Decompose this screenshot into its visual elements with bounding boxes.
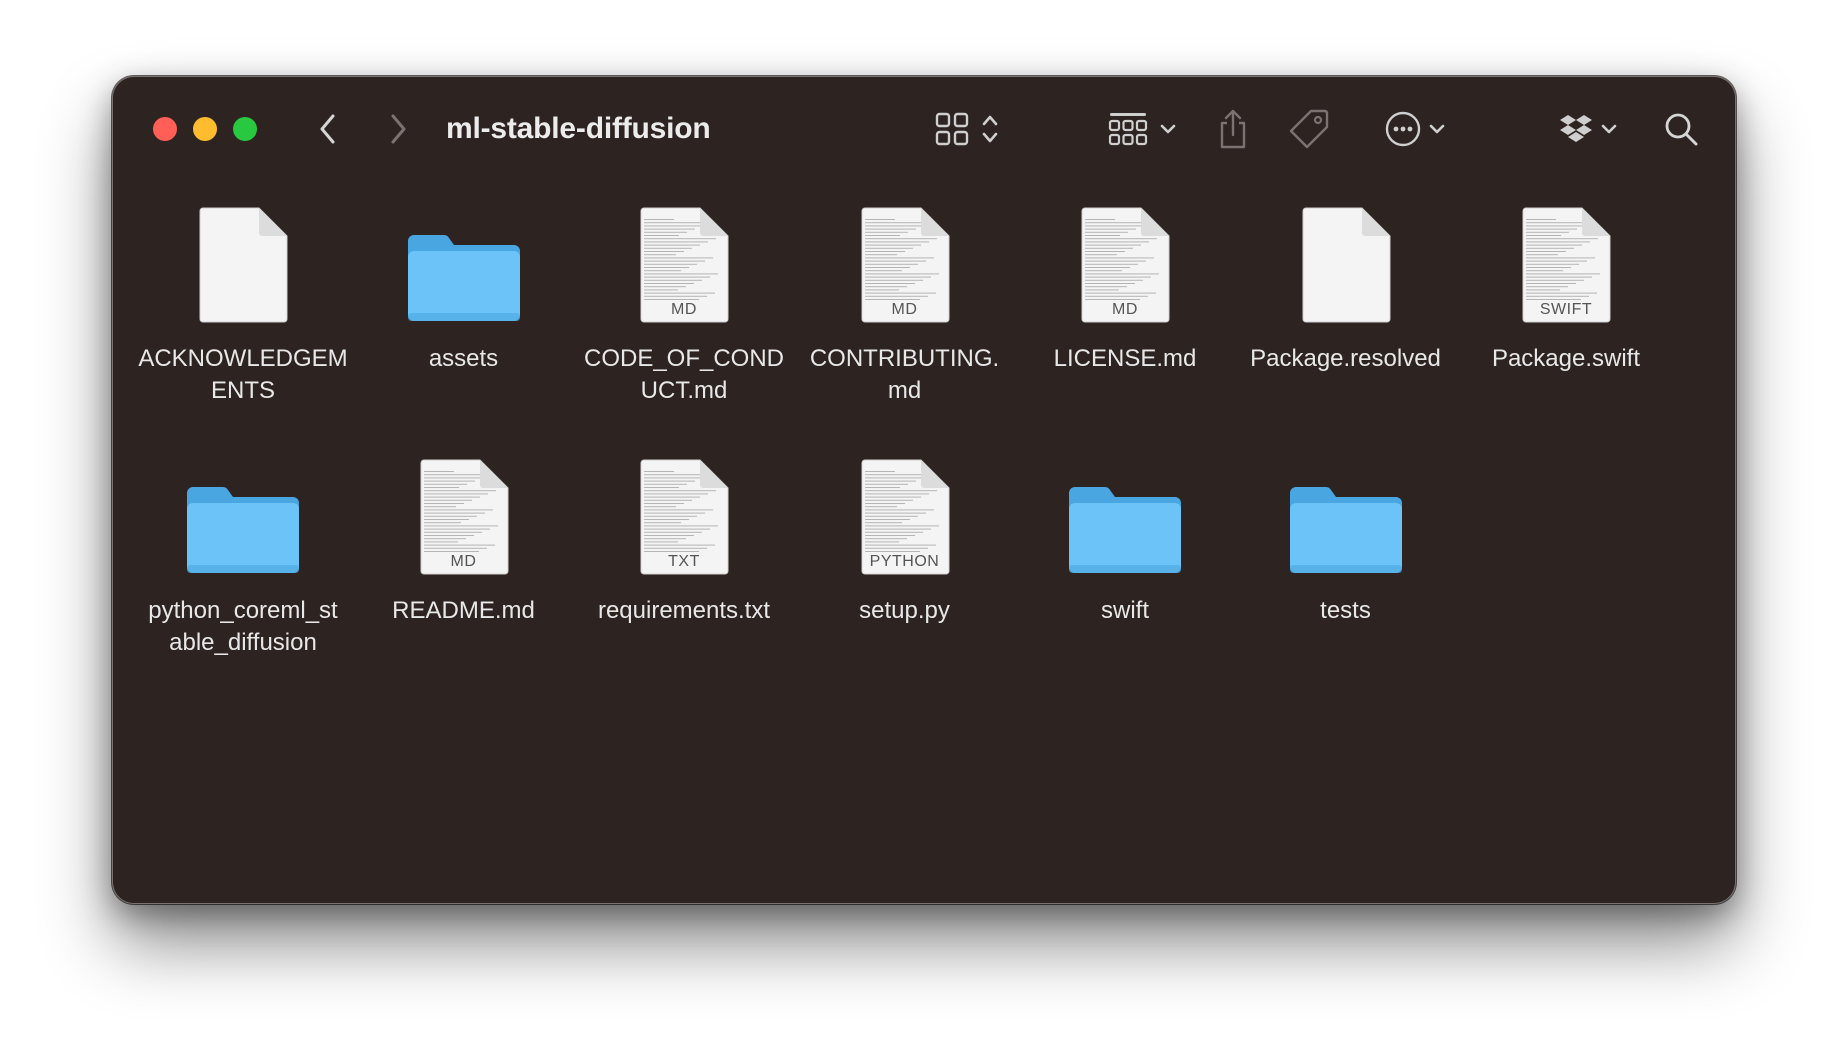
file-extension-label: MD — [450, 553, 477, 570]
file-name-label: ACKNOWLEDGEM ENTS — [138, 345, 348, 404]
file-name-label: README.md — [392, 597, 535, 624]
file-name-label: python_coreml_st able_diffusion — [148, 597, 338, 656]
file-extension-label: TXT — [668, 553, 700, 570]
file-extension-label: MD — [1112, 301, 1138, 318]
file-name-label: tests — [1320, 597, 1371, 624]
file-name-label: swift — [1101, 597, 1149, 624]
document-icon: MD — [418, 459, 510, 577]
folder-icon — [1065, 479, 1185, 584]
file-name-label: CONTRIBUTING. md — [809, 345, 1000, 404]
file-name-label: setup.py — [859, 597, 950, 624]
document-icon: MD — [638, 207, 730, 325]
document-icon: SWIFT — [1520, 207, 1612, 325]
file-name-label: LICENSE.md — [1053, 345, 1197, 372]
document-icon — [197, 207, 289, 325]
file-name-label: CODE_OF_COND UCT.md — [583, 345, 785, 404]
file-extension-label: MD — [891, 301, 918, 318]
folder-icon — [1286, 479, 1406, 584]
file-name-label: Package.resolved — [1250, 345, 1441, 372]
folder-icon — [404, 227, 524, 332]
file-grid: ACKNOWLEDGEM ENTS assets MD CODE_OF_COND UC… — [113, 77, 1735, 903]
document-icon: MD — [859, 207, 951, 325]
file-name-label: assets — [428, 345, 499, 372]
file-name-label: requirements.txt — [597, 597, 771, 624]
folder-icon — [183, 479, 303, 584]
file-name-label: Package.swift — [1491, 345, 1641, 372]
document-icon: TXT — [638, 459, 730, 577]
file-extension-label: PYTHON — [869, 553, 940, 570]
document-icon: MD — [1079, 207, 1171, 325]
file-extension-label: SWIFT — [1539, 301, 1593, 318]
file-extension-label: MD — [671, 301, 697, 318]
document-icon: PYTHON — [859, 459, 951, 577]
finder-window: ml-stable-diffusion ACKNOWLEDGEM ENTS as… — [112, 76, 1736, 904]
document-icon — [1300, 207, 1392, 325]
